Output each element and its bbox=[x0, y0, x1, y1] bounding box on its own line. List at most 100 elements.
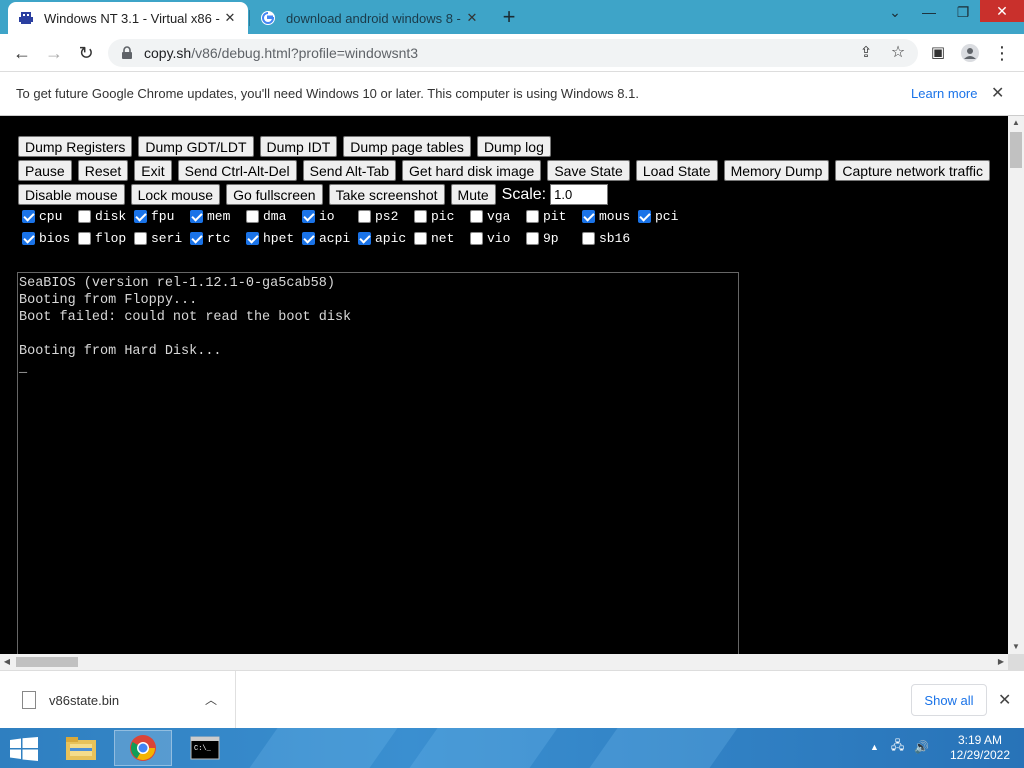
checkbox-unchecked-icon[interactable] bbox=[414, 232, 427, 245]
reset-button[interactable]: Reset bbox=[77, 160, 129, 181]
log-fpu-checkbox[interactable]: fpu bbox=[134, 209, 190, 224]
show-hidden-icons-icon[interactable]: ▲ bbox=[870, 742, 879, 752]
checkbox-unchecked-icon[interactable] bbox=[78, 232, 91, 245]
checkbox-unchecked-icon[interactable] bbox=[246, 210, 259, 223]
dump-registers-button[interactable]: Dump Registers bbox=[18, 136, 133, 157]
file-explorer-icon[interactable] bbox=[52, 730, 110, 766]
save-state-button[interactable]: Save State bbox=[547, 160, 630, 181]
checkbox-unchecked-icon[interactable] bbox=[470, 210, 483, 223]
log-mem-checkbox[interactable]: mem bbox=[190, 209, 246, 224]
pause-button[interactable]: Pause bbox=[18, 160, 72, 181]
log-hpet-checkbox[interactable]: hpet bbox=[246, 231, 302, 246]
log-9p-checkbox[interactable]: 9p bbox=[526, 231, 582, 246]
tab-v86[interactable]: Windows NT 3.1 - Virtual x86 - d ✕ bbox=[8, 2, 248, 34]
memory-dump-button[interactable]: Memory Dump bbox=[723, 160, 830, 181]
forward-icon[interactable]: → bbox=[44, 43, 64, 63]
show-all-button[interactable]: Show all bbox=[911, 684, 987, 716]
log-apic-checkbox[interactable]: apic bbox=[358, 231, 414, 246]
checkbox-unchecked-icon[interactable] bbox=[526, 232, 539, 245]
profile-avatar-icon[interactable] bbox=[960, 43, 980, 63]
log-io-checkbox[interactable]: io bbox=[302, 209, 358, 224]
checkbox-checked-icon[interactable] bbox=[22, 232, 35, 245]
scroll-right-icon[interactable]: ▶ bbox=[994, 654, 1008, 670]
scroll-down-icon[interactable]: ▼ bbox=[1008, 640, 1024, 654]
checkbox-checked-icon[interactable] bbox=[190, 210, 203, 223]
dump-page-tables-button[interactable]: Dump page tables bbox=[343, 136, 471, 157]
checkbox-unchecked-icon[interactable] bbox=[582, 232, 595, 245]
download-item[interactable]: v86state.bin ︿ bbox=[0, 671, 236, 729]
bookmark-star-icon[interactable]: ☆ bbox=[888, 43, 908, 63]
log-pit-checkbox[interactable]: pit bbox=[526, 209, 582, 224]
reload-icon[interactable]: ↻ bbox=[76, 43, 96, 63]
checkbox-unchecked-icon[interactable] bbox=[470, 232, 483, 245]
log-net-checkbox[interactable]: net bbox=[414, 231, 470, 246]
checkbox-unchecked-icon[interactable] bbox=[358, 210, 371, 223]
capture-network-traffic-button[interactable]: Capture network traffic bbox=[835, 160, 990, 181]
log-dma-checkbox[interactable]: dma bbox=[246, 209, 302, 224]
log-bios-checkbox[interactable]: bios bbox=[22, 231, 78, 246]
dump-idt-button[interactable]: Dump IDT bbox=[259, 136, 338, 157]
scroll-left-icon[interactable]: ◀ bbox=[0, 654, 14, 670]
lock-mouse-button[interactable]: Lock mouse bbox=[130, 184, 221, 205]
share-icon[interactable]: ⇪ bbox=[856, 43, 876, 63]
log-vio-checkbox[interactable]: vio bbox=[470, 231, 526, 246]
checkbox-checked-icon[interactable] bbox=[22, 210, 35, 223]
checkbox-unchecked-icon[interactable] bbox=[414, 210, 427, 223]
back-icon[interactable]: ← bbox=[12, 43, 32, 63]
take-screenshot-button[interactable]: Take screenshot bbox=[328, 184, 445, 205]
log-acpi-checkbox[interactable]: acpi bbox=[302, 231, 358, 246]
log-cpu-checkbox[interactable]: cpu bbox=[22, 209, 78, 224]
scrollbar-thumb[interactable] bbox=[16, 657, 78, 667]
windows-start-icon[interactable] bbox=[10, 737, 38, 761]
close-icon[interactable]: ✕ bbox=[998, 690, 1011, 710]
log-disk-checkbox[interactable]: disk bbox=[78, 209, 134, 224]
scale-input[interactable]: 1.0 bbox=[550, 184, 609, 205]
go-fullscreen-button[interactable]: Go fullscreen bbox=[226, 184, 323, 205]
close-window-icon[interactable]: ✕ bbox=[980, 0, 1024, 22]
system-clock[interactable]: 3:19 AM 12/29/2022 bbox=[940, 733, 1020, 763]
vertical-scrollbar[interactable]: ▲ ▼ bbox=[1008, 116, 1024, 654]
tab-search-icon[interactable]: ⌄ bbox=[878, 0, 912, 24]
checkbox-checked-icon[interactable] bbox=[358, 232, 371, 245]
menu-kebab-icon[interactable]: ⋮ bbox=[992, 43, 1012, 63]
log-pic-checkbox[interactable]: pic bbox=[414, 209, 470, 224]
checkbox-checked-icon[interactable] bbox=[190, 232, 203, 245]
volume-icon[interactable]: 🔊 bbox=[914, 740, 929, 754]
address-bar[interactable]: copy.sh/v86/debug.html?profile=windowsnt… bbox=[108, 39, 918, 67]
log-pci-checkbox[interactable]: pci bbox=[638, 209, 694, 224]
chevron-up-icon[interactable]: ︿ bbox=[205, 691, 217, 708]
checkbox-checked-icon[interactable] bbox=[582, 210, 595, 223]
send-ctrl-alt-del-button[interactable]: Send Ctrl-Alt-Del bbox=[177, 160, 297, 181]
minimize-icon[interactable]: — bbox=[912, 0, 946, 24]
dump-log-button[interactable]: Dump log bbox=[476, 136, 551, 157]
log-flop-checkbox[interactable]: flop bbox=[78, 231, 134, 246]
close-icon[interactable]: ✕ bbox=[464, 10, 480, 26]
checkbox-checked-icon[interactable] bbox=[302, 232, 315, 245]
horizontal-scrollbar[interactable]: ◀ ▶ bbox=[0, 654, 1008, 670]
exit-button[interactable]: Exit bbox=[134, 160, 172, 181]
get-hard-disk-image-button[interactable]: Get hard disk image bbox=[402, 160, 542, 181]
scroll-up-icon[interactable]: ▲ bbox=[1008, 116, 1024, 130]
emulator-screen[interactable]: SeaBIOS (version rel-1.12.1-0-ga5cab58) B… bbox=[17, 272, 739, 654]
checkbox-checked-icon[interactable] bbox=[246, 232, 259, 245]
log-rtc-checkbox[interactable]: rtc bbox=[190, 231, 246, 246]
command-prompt-icon[interactable]: C:\_ bbox=[176, 730, 234, 766]
checkbox-checked-icon[interactable] bbox=[134, 210, 147, 223]
close-icon[interactable]: ✕ bbox=[991, 83, 1004, 103]
log-seri-checkbox[interactable]: seri bbox=[134, 231, 190, 246]
checkbox-unchecked-icon[interactable] bbox=[526, 210, 539, 223]
log-sb16-checkbox[interactable]: sb16 bbox=[582, 231, 638, 246]
tab-google-search[interactable]: download android windows 8 - G ✕ bbox=[250, 2, 490, 34]
send-alt-tab-button[interactable]: Send Alt-Tab bbox=[302, 160, 397, 181]
load-state-button[interactable]: Load State bbox=[635, 160, 718, 181]
chrome-icon[interactable] bbox=[114, 730, 172, 766]
log-vga-checkbox[interactable]: vga bbox=[470, 209, 526, 224]
restore-icon[interactable]: ❐ bbox=[946, 0, 980, 24]
learn-more-link[interactable]: Learn more bbox=[911, 86, 977, 101]
scrollbar-thumb[interactable] bbox=[1010, 132, 1022, 168]
close-icon[interactable]: ✕ bbox=[222, 10, 238, 26]
dump-gdt-ldt-button[interactable]: Dump GDT/LDT bbox=[138, 136, 254, 157]
checkbox-unchecked-icon[interactable] bbox=[134, 232, 147, 245]
checkbox-checked-icon[interactable] bbox=[302, 210, 315, 223]
log-mous-checkbox[interactable]: mous bbox=[582, 209, 638, 224]
